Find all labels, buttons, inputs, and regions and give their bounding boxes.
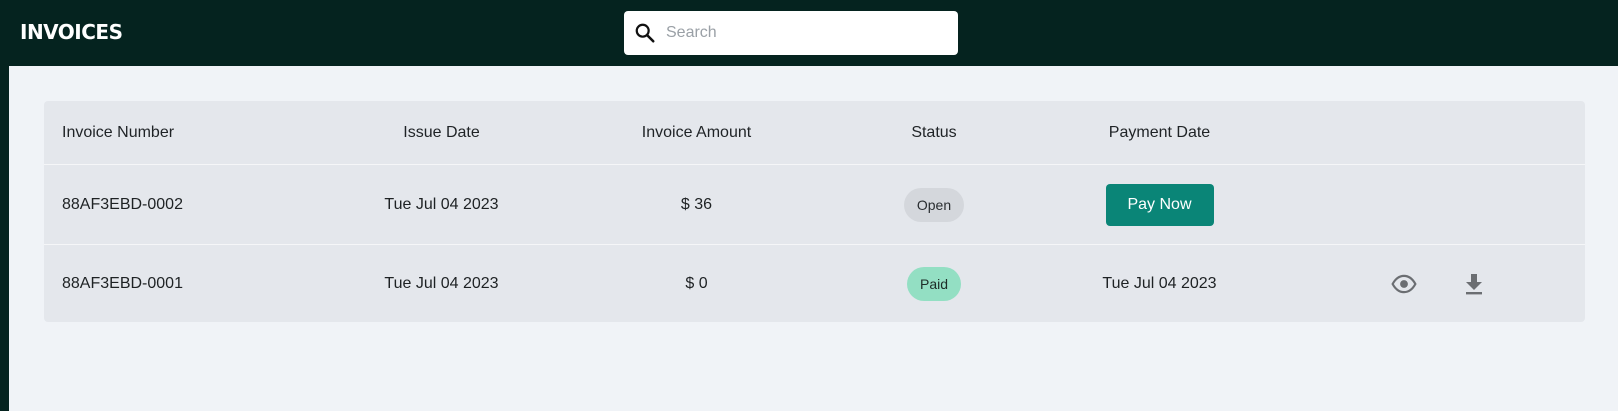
eye-icon[interactable] xyxy=(1384,245,1424,323)
status-badge: Open xyxy=(903,188,965,222)
table-row: 88AF3EBD-0002 Tue Jul 04 2023 $ 36 Open … xyxy=(44,164,1585,245)
page-title: INVOICES xyxy=(20,20,123,44)
column-header-invoice-amount: Invoice Amount xyxy=(641,123,752,141)
column-header-status: Status xyxy=(911,123,957,141)
search-input[interactable] xyxy=(662,11,956,55)
pay-now-button[interactable]: Pay Now xyxy=(1105,184,1214,226)
payment-date-cell: Pay Now xyxy=(1062,165,1257,245)
search-box[interactable] xyxy=(624,11,958,55)
invoice-amount: $ 0 xyxy=(685,275,708,292)
column-header-payment-date: Payment Date xyxy=(1108,123,1211,141)
table-header-row: Invoice Number Issue Date Invoice Amount… xyxy=(44,101,1585,164)
status-cell: Open xyxy=(874,165,994,245)
main-content: Invoice Number Issue Date Invoice Amount… xyxy=(9,66,1618,411)
table-row: 88AF3EBD-0001 Tue Jul 04 2023 $ 0 Paid T… xyxy=(44,244,1585,323)
invoices-table: Invoice Number Issue Date Invoice Amount… xyxy=(44,101,1585,322)
invoice-number: 88AF3EBD-0002 xyxy=(62,196,183,213)
top-bar: INVOICES xyxy=(0,0,1618,66)
invoice-number: 88AF3EBD-0001 xyxy=(62,275,183,292)
payment-date: Tue Jul 04 2023 xyxy=(1102,275,1217,292)
column-header-issue-date: Issue Date xyxy=(403,123,480,141)
issue-date: Tue Jul 04 2023 xyxy=(384,275,499,292)
search-icon xyxy=(634,22,656,44)
status-badge: Paid xyxy=(906,267,962,301)
column-header-invoice-number: Invoice Number xyxy=(62,123,175,141)
download-icon[interactable] xyxy=(1454,245,1494,323)
invoice-amount: $ 36 xyxy=(680,196,713,213)
issue-date: Tue Jul 04 2023 xyxy=(384,196,499,213)
status-cell: Paid xyxy=(874,245,994,323)
